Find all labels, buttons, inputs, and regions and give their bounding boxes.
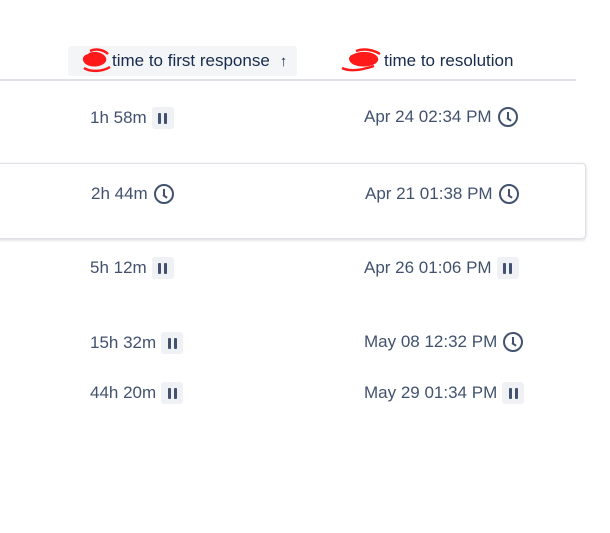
table-row-selected[interactable]: 2h 44m Apr 21 01:38 PM	[0, 163, 586, 239]
resolution-cell: Apr 21 01:38 PM	[365, 184, 519, 204]
pause-icon	[161, 382, 184, 404]
first-response-value: 15h 32m	[90, 333, 157, 352]
column-header-label: time to resolution	[384, 51, 514, 70]
column-header-time-to-first-response[interactable]: time to first response ↑	[68, 46, 298, 76]
resolution-cell: Apr 26 01:06 PM	[364, 257, 519, 279]
column-header-time-to-resolution[interactable]: time to resolution	[340, 46, 513, 76]
resolution-value: May 29 01:34 PM	[364, 383, 498, 402]
pause-icon	[151, 257, 174, 279]
column-header-label: time to first response	[112, 51, 270, 70]
first-response-value: 1h 58m	[90, 108, 147, 127]
clock-icon	[153, 184, 174, 204]
sort-ascending-icon[interactable]: ↑	[280, 53, 288, 70]
table-row[interactable]: 5h 12m Apr 26 01:06 PM	[0, 249, 576, 289]
first-response-cell: 44h 20m	[90, 382, 184, 404]
clock-icon	[497, 107, 518, 127]
table-row[interactable]: 44h 20m May 29 01:34 PM	[0, 374, 576, 414]
first-response-cell: 1h 58m	[90, 107, 174, 129]
pause-icon	[151, 107, 174, 129]
table-row[interactable]: 15h 32m May 08 12:32 PM	[0, 324, 576, 364]
first-response-value: 2h 44m	[91, 184, 148, 203]
first-response-cell: 5h 12m	[90, 257, 174, 279]
first-response-cell: 2h 44m	[91, 184, 174, 204]
resolution-value: May 08 12:32 PM	[364, 332, 498, 351]
resolution-value: Apr 24 02:34 PM	[364, 107, 492, 126]
clock-icon	[498, 184, 519, 204]
pause-icon	[161, 332, 184, 354]
resolution-cell: May 29 01:34 PM	[364, 382, 525, 404]
table-row[interactable]: 1h 58m Apr 24 02:34 PM	[0, 99, 576, 139]
resolution-cell: May 08 12:32 PM	[364, 332, 524, 352]
resolution-value: Apr 21 01:38 PM	[365, 184, 493, 203]
redaction-scribble	[82, 48, 111, 73]
header-divider	[0, 79, 576, 81]
resolution-cell: Apr 24 02:34 PM	[364, 107, 518, 127]
table-header: time to first response ↑ time to resolut…	[0, 44, 576, 84]
redaction-scribble	[341, 48, 381, 72]
pause-icon	[496, 257, 519, 279]
first-response-cell: 15h 32m	[90, 332, 184, 354]
first-response-value: 5h 12m	[90, 258, 147, 277]
pause-icon	[502, 382, 525, 404]
first-response-value: 44h 20m	[90, 383, 157, 402]
clock-icon	[503, 332, 524, 352]
resolution-value: Apr 26 01:06 PM	[364, 258, 492, 277]
